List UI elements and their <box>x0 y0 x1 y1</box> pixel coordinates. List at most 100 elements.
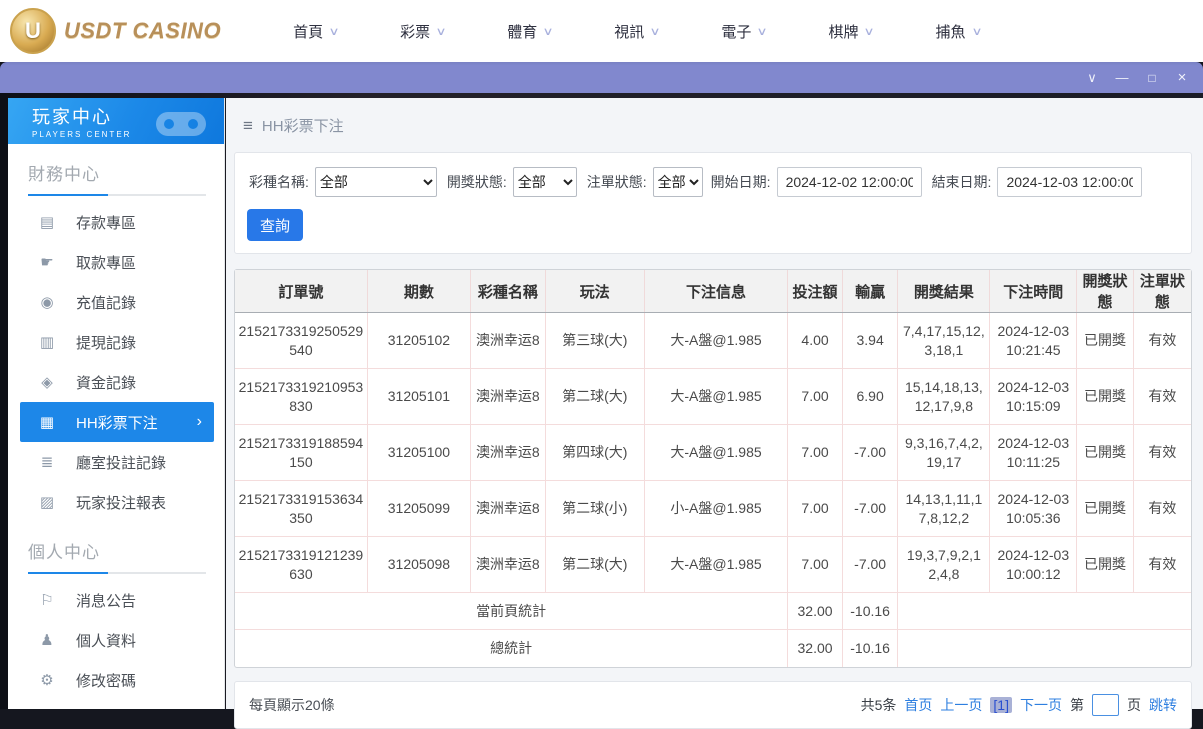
lottery-name-select[interactable]: 全部 <box>314 167 437 197</box>
cell-bet-info: 大-A盤@1.985 <box>644 368 789 425</box>
page-title: HH彩票下注 <box>261 118 344 135</box>
nav-item-fishing[interactable]: 捕魚 ∨ <box>936 21 983 42</box>
sidebar-item-label: 消息公告 <box>76 592 137 610</box>
sidebar-item-announcements[interactable]: ⚐ 消息公告 <box>8 580 224 620</box>
col-win-loss: 輸贏 <box>842 270 899 313</box>
logo-letter: U <box>25 18 41 43</box>
sidebar-item-withdrawal-record[interactable]: ▥ 提現記錄 <box>8 322 224 362</box>
sidebar-item-label: 玩家投注報表 <box>76 494 167 512</box>
draw-status-select[interactable]: 全部 <box>512 167 577 197</box>
hamburger-icon[interactable]: ≡ <box>243 116 253 136</box>
cell-play-type: 第三球(大) <box>545 312 645 369</box>
end-date-label: 結束日期: <box>931 174 992 190</box>
nav-item-lottery[interactable]: 彩票 ∨ <box>400 21 447 42</box>
col-bet-amount: 投注額 <box>787 270 843 313</box>
moneybag-icon: ◉ <box>40 294 54 311</box>
cell-draw-result: 14,13,1,11,17,8,12,2 <box>897 480 991 537</box>
cell-lottery-name: 澳洲幸运8 <box>470 480 546 537</box>
sidebar-item-player-bet-report[interactable]: ▨ 玩家投注報表 <box>8 482 224 522</box>
pagination-bar: 每頁顯示20條 共5条 首页 上一页 [1] 下一页 第 页 跳转 <box>234 680 1192 729</box>
page-total-bet: 32.00 <box>787 592 843 630</box>
col-bet-info: 下注信息 <box>644 270 789 313</box>
page-suffix: 页 <box>1127 696 1141 713</box>
table-row: 2152173319188594150 31205100 澳洲幸运8 第四球(大… <box>235 424 1191 481</box>
sidebar-item-change-password[interactable]: ⚙ 修改密碼 <box>8 660 224 700</box>
col-period: 期數 <box>367 270 471 313</box>
start-date-input[interactable] <box>776 167 922 197</box>
collapse-icon[interactable]: ∨ <box>1077 70 1107 86</box>
cell-order-no: 2152173319188594150 <box>235 424 368 481</box>
cell-period: 31205102 <box>367 312 471 369</box>
col-order-no: 訂單號 <box>235 270 368 313</box>
sidebar: 玩家中心 PLAYERS CENTER 財務中心 ▤ 存款專區 ☛ 取款專區 ◉… <box>8 98 225 709</box>
current-page[interactable]: [1] <box>990 696 1012 713</box>
cell-play-type: 第二球(大) <box>545 368 645 425</box>
cell-lottery-name: 澳洲幸运8 <box>470 312 546 369</box>
cell-win-loss: -7.00 <box>842 480 899 537</box>
end-date-input[interactable] <box>997 167 1143 197</box>
jump-link[interactable]: 跳转 <box>1149 695 1177 715</box>
chevron-right-icon: › <box>196 413 202 430</box>
close-icon[interactable]: × <box>1167 69 1197 86</box>
sidebar-item-hall-bet-record[interactable]: ≣ 廳室投註記錄 <box>8 442 224 482</box>
page-prefix: 第 <box>1070 696 1084 713</box>
grand-total-empty <box>898 630 1191 667</box>
nav-label: 體育 <box>507 23 538 41</box>
filter-panel: 彩種名稱: 全部 開獎狀態: 全部 注單狀態: 全部 開始日期: 結束日期: 查… <box>234 152 1192 254</box>
order-status-select[interactable]: 全部 <box>652 167 703 197</box>
page-total-label: 當前頁統計 <box>235 592 789 630</box>
nav-item-home[interactable]: 首頁 ∨ <box>293 21 340 42</box>
page-total-empty <box>897 592 1191 630</box>
nav-item-slots[interactable]: 電子 ∨ <box>721 21 768 42</box>
nav-label: 彩票 <box>400 23 431 41</box>
sidebar-item-recharge-record[interactable]: ◉ 充值記錄 <box>8 282 224 322</box>
cell-win-loss: 6.90 <box>842 368 899 425</box>
nav-item-sports[interactable]: 體育 ∨ <box>507 21 554 42</box>
nav-item-cards[interactable]: 棋牌 ∨ <box>828 21 875 42</box>
sidebar-item-label: 充值記錄 <box>76 294 137 312</box>
nav-label: 首頁 <box>293 23 324 41</box>
cell-period: 31205101 <box>367 368 471 425</box>
cell-bet-time: 2024-12-03 10:21:45 <box>989 312 1078 369</box>
cell-bet-time: 2024-12-03 10:11:25 <box>989 424 1078 481</box>
draw-status-label: 開獎狀態: <box>446 174 507 190</box>
cell-bet-amount: 4.00 <box>787 312 843 369</box>
nav-item-live[interactable]: 視訊 ∨ <box>614 21 661 42</box>
start-date-label: 開始日期: <box>710 174 771 190</box>
cell-win-loss: -7.00 <box>842 536 899 593</box>
minimize-icon[interactable]: — <box>1107 70 1137 85</box>
sidebar-item-label: 資金記錄 <box>76 374 137 392</box>
table-row: 2152173319121239630 31205098 澳洲幸运8 第二球(大… <box>235 536 1191 593</box>
cell-bet-info: 大-A盤@1.985 <box>644 424 789 481</box>
main-menu: 首頁 ∨ 彩票 ∨ 體育 ∨ 視訊 ∨ 電子 ∨ 棋牌 ∨ 捕魚 ∨ <box>293 21 983 42</box>
grand-total-bet: 32.00 <box>787 629 843 667</box>
first-page-link[interactable]: 首页 <box>904 695 932 715</box>
col-order-status: 注單狀態 <box>1133 270 1191 313</box>
section-underline <box>28 194 206 196</box>
cell-win-loss: -7.00 <box>842 424 899 481</box>
main-content: ≡ HH彩票下注 彩種名稱: 全部 開獎狀態: 全部 注單狀態: 全部 開始日期… <box>226 98 1203 729</box>
cell-draw-status: 已開獎 <box>1076 312 1134 369</box>
sidebar-item-hh-lottery-bets[interactable]: ▦ HH彩票下注 › <box>20 402 214 442</box>
total-count: 共5条 <box>860 696 897 713</box>
brand[interactable]: U USDT CASINO <box>10 8 221 54</box>
sidebar-item-withdraw[interactable]: ☛ 取款專區 <box>8 242 224 282</box>
search-button[interactable]: 查詢 <box>247 209 303 241</box>
prev-page-link[interactable]: 上一页 <box>940 695 982 715</box>
maximize-icon[interactable]: □ <box>1137 71 1167 85</box>
sidebar-item-profile[interactable]: ♟ 個人資料 <box>8 620 224 660</box>
cell-bet-info: 大-A盤@1.985 <box>644 312 789 369</box>
page-number-input[interactable] <box>1092 693 1119 716</box>
sidebar-item-deposit[interactable]: ▤ 存款專區 <box>8 202 224 242</box>
cell-bet-amount: 7.00 <box>787 424 843 481</box>
sidebar-item-funds-record[interactable]: ◈ 資金記錄 <box>8 362 224 402</box>
brand-name: USDT CASINO <box>64 18 222 43</box>
table-row: 2152173319250529540 31205102 澳洲幸运8 第三球(大… <box>235 312 1191 369</box>
brand-logo-icon: U <box>10 8 56 54</box>
next-page-link[interactable]: 下一页 <box>1020 695 1062 715</box>
sidebar-item-label: 提現記錄 <box>76 334 137 352</box>
cell-lottery-name: 澳洲幸运8 <box>470 424 546 481</box>
chevron-down-icon: ∨ <box>435 25 447 38</box>
chevron-down-icon: ∨ <box>970 25 983 38</box>
bets-table-card: 訂單號 期數 彩種名稱 玩法 下注信息 投注額 輸贏 開獎結果 下注時間 開獎狀… <box>234 269 1192 668</box>
